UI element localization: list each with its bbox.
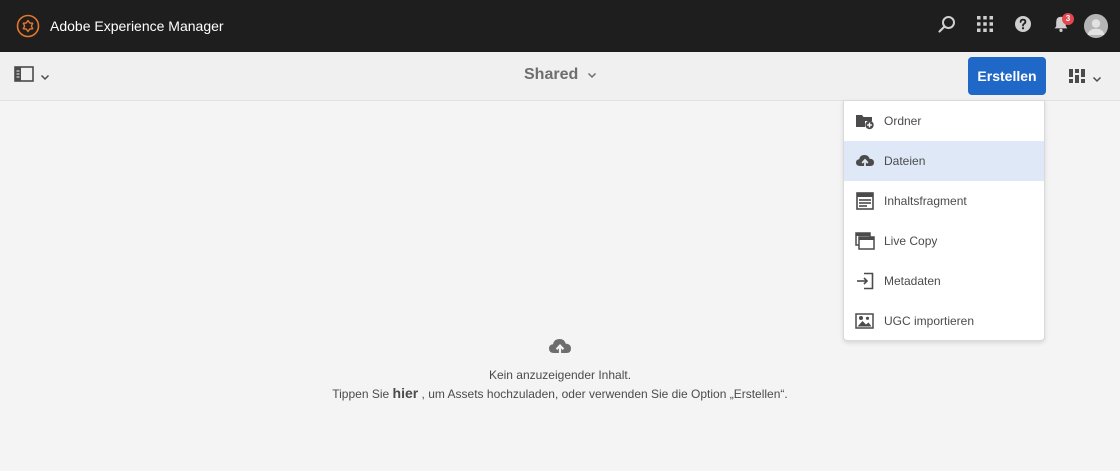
card-view-icon (1068, 68, 1086, 89)
create-button[interactable]: Erstellen (968, 57, 1046, 95)
help-icon (1014, 15, 1032, 38)
global-header: Adobe Experience Manager 3 (0, 0, 1120, 52)
help-button[interactable] (1004, 0, 1042, 52)
upload-here-link[interactable]: hier (393, 385, 419, 401)
notifications-button[interactable]: 3 (1042, 0, 1080, 52)
apps-grid-icon (976, 15, 994, 38)
location-title-dropdown[interactable]: Shared (524, 66, 597, 84)
upload-cloud-icon (855, 151, 875, 171)
chevron-down-icon (587, 66, 597, 84)
rail-toggle-button[interactable] (14, 66, 50, 87)
menu-item-files[interactable]: Dateien (844, 141, 1044, 181)
menu-item-label: UGC importieren (884, 314, 975, 328)
page-title: Shared (524, 66, 579, 83)
search-icon (937, 14, 957, 39)
action-bar: Shared Erstellen (0, 52, 1120, 101)
upload-cloud-icon (548, 336, 572, 358)
menu-item-label: Live Copy (884, 234, 938, 248)
empty-state-hint: Tippen Sie hier , um Assets hochzuladen,… (0, 384, 1120, 403)
user-avatar[interactable] (1084, 14, 1108, 38)
notification-count-badge: 3 (1062, 13, 1074, 25)
content-fragment-icon (855, 191, 875, 211)
import-metadata-icon (855, 271, 875, 291)
menu-item-label: Inhaltsfragment (884, 194, 967, 208)
app-title: Adobe Experience Manager (50, 18, 224, 34)
brand[interactable]: Adobe Experience Manager (16, 14, 224, 38)
header-actions: 3 (928, 0, 1120, 52)
empty-state-message: Kein anzuzeigender Inhalt. (488, 368, 632, 382)
view-switcher-button[interactable] (1068, 68, 1102, 89)
chevron-down-icon (1092, 70, 1102, 88)
menu-item-label: Metadaten (884, 274, 941, 288)
menu-item-metadata[interactable]: Metadaten (844, 261, 1044, 301)
solutions-button[interactable] (966, 0, 1004, 52)
empty-state-hint-end: , um Assets hochzuladen, oder verwenden … (418, 387, 788, 401)
experience-manager-logo-icon (16, 14, 40, 38)
new-folder-icon (855, 111, 875, 131)
menu-item-import-ugc[interactable]: UGC importieren (844, 301, 1044, 341)
menu-item-folder[interactable]: Ordner (844, 101, 1044, 141)
create-menu: Ordner Dateien Inhaltsfragment Live Copy… (843, 100, 1045, 341)
menu-item-label: Dateien (884, 154, 926, 168)
chevron-down-icon (40, 68, 50, 86)
empty-state: Kein anzuzeigender Inhalt. Tippen Sie hi… (0, 336, 1120, 403)
search-button[interactable] (928, 0, 966, 52)
live-copy-icon (855, 231, 875, 251)
empty-state-hint-start: Tippen Sie (332, 387, 393, 401)
menu-item-content-fragment[interactable]: Inhaltsfragment (844, 181, 1044, 221)
menu-item-live-copy[interactable]: Live Copy (844, 221, 1044, 261)
menu-item-label: Ordner (884, 114, 922, 128)
import-ugc-icon (855, 311, 875, 331)
rail-toggle-icon (14, 66, 34, 87)
